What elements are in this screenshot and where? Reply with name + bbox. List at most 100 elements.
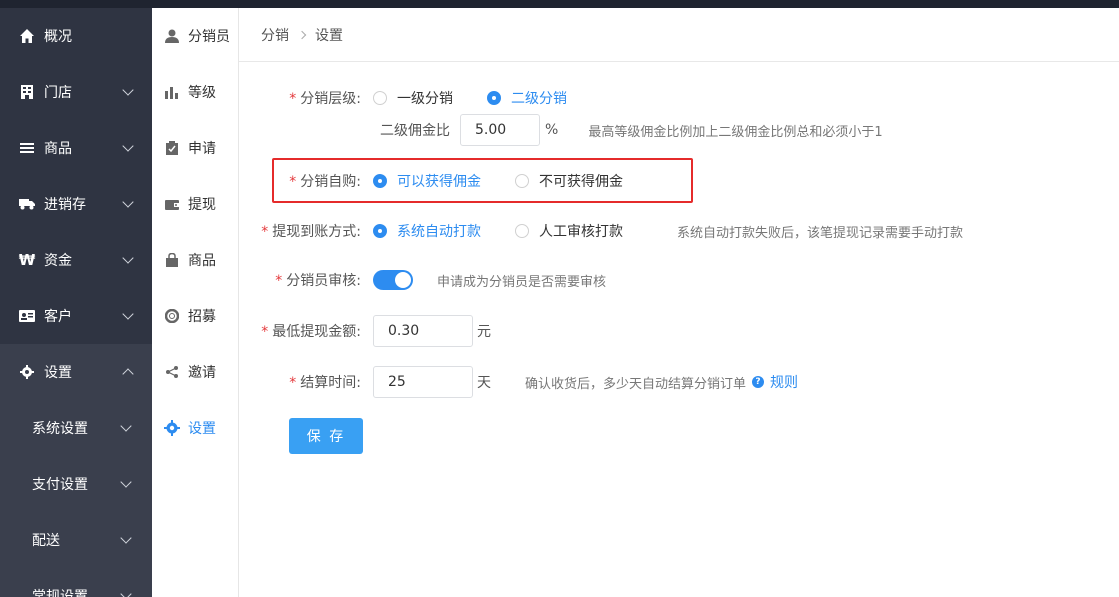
review-row: * 分销员审核: 申请成为分销员是否需要审核 — [239, 270, 606, 290]
sidebar-subitem-label: 配送 — [32, 533, 60, 549]
list-icon — [18, 139, 36, 157]
sidebar-item-products[interactable]: 商品 — [0, 120, 152, 176]
subnav-item-levels[interactable]: 等级 — [152, 64, 238, 120]
gear-icon — [18, 363, 36, 381]
share-icon — [164, 364, 180, 380]
chevron-down-icon — [120, 532, 132, 544]
radio-icon — [373, 91, 387, 105]
breadcrumb-parent[interactable]: 分销 — [261, 25, 289, 45]
breadcrumb: 分销 设置 — [239, 8, 1119, 62]
sidebar-item-label: 进销存 — [44, 197, 86, 213]
sidebar-subitem-general-settings[interactable]: 常规设置 — [0, 568, 152, 597]
sidebar-item-overview[interactable]: 概况 — [0, 8, 152, 64]
settle-time-row: * 结算时间: 25 天 确认收货后，多少天自动结算分销订单 ? 规则 — [239, 366, 798, 398]
subnav-item-label: 商品 — [188, 253, 216, 269]
sidebar-item-label: 客户 — [44, 309, 72, 325]
gear-icon — [164, 420, 180, 436]
user-icon — [164, 28, 180, 44]
radio-checked-icon — [373, 174, 387, 188]
save-button[interactable]: 保 存 — [289, 418, 363, 454]
id-card-icon — [18, 307, 36, 325]
review-toggle[interactable] — [373, 270, 413, 290]
settle-time-unit: 天 — [477, 375, 491, 391]
help-icon[interactable]: ? — [752, 376, 765, 388]
bag-icon — [164, 252, 180, 268]
chevron-right-icon — [297, 30, 307, 39]
second-ratio-row: 二级佣金比 5.00 % 最高等级佣金比例加上二级佣金比例总和必须小于1 — [380, 114, 883, 146]
subnav-item-label: 设置 — [188, 421, 216, 437]
subnav-item-label: 分销员 — [188, 29, 230, 45]
subnav-item-label: 等级 — [188, 85, 216, 101]
sidebar-subitem-label: 系统设置 — [32, 421, 88, 437]
sidebar-item-funds[interactable]: ₩ 资金 — [0, 232, 152, 288]
self-buy-label: * 分销自购: — [289, 174, 361, 190]
home-icon — [18, 27, 36, 45]
chevron-down-icon — [122, 140, 134, 152]
clipboard-icon — [164, 140, 180, 156]
sidebar-subitem-system-settings[interactable]: 系统设置 — [0, 400, 152, 456]
subnav-item-recruit[interactable]: 招募 — [152, 288, 238, 344]
sidebar-subitem-label: 常规设置 — [32, 589, 88, 597]
subnav-item-applications[interactable]: 申请 — [152, 120, 238, 176]
sidebar-item-label: 概况 — [44, 29, 72, 45]
sidebar-item-label: 商品 — [44, 141, 72, 157]
radio-icon — [515, 174, 529, 188]
second-ratio-input[interactable]: 5.00 — [460, 114, 540, 146]
self-buy-option-no[interactable]: 不可获得佣金 — [515, 171, 623, 191]
top-bar — [0, 0, 1119, 8]
settle-time-input[interactable]: 25 — [373, 366, 473, 398]
sidebar-subitem-delivery[interactable]: 配送 — [0, 512, 152, 568]
subnav-item-distributors[interactable]: 分销员 — [152, 8, 238, 64]
distribution-subnav: 分销员 等级 申请 提现 商品 招募 邀请 设置 — [152, 8, 239, 597]
withdraw-option-auto[interactable]: 系统自动打款 — [373, 221, 481, 241]
subnav-item-withdraw[interactable]: 提现 — [152, 176, 238, 232]
withdraw-option-manual[interactable]: 人工审核打款 — [515, 221, 623, 241]
min-withdraw-input[interactable]: 0.30 — [373, 315, 473, 347]
sidebar-item-store[interactable]: 门店 — [0, 64, 152, 120]
sidebar-subitem-label: 支付设置 — [32, 477, 88, 493]
withdraw-row: * 提现到账方式: 系统自动打款 人工审核打款 系统自动打款失败后，该笔提现记录需… — [239, 221, 963, 241]
withdraw-hint: 系统自动打款失败后，该笔提现记录需要手动打款 — [677, 225, 964, 241]
radio-checked-icon — [373, 224, 387, 238]
bar-chart-icon — [164, 84, 180, 100]
level-label: * 分销层级: — [289, 91, 361, 107]
breadcrumb-current: 设置 — [315, 27, 343, 44]
main-sidebar: 概况 门店 商品 进销存 ₩ 资金 客户 设置 系统设置 支付设置 配送 常规设… — [0, 8, 152, 597]
truck-icon — [18, 195, 36, 213]
chevron-down-icon — [120, 476, 132, 488]
sidebar-item-settings[interactable]: 设置 — [0, 344, 152, 400]
chevron-up-icon — [122, 368, 134, 380]
subnav-item-label: 邀请 — [188, 365, 216, 381]
subnav-item-label: 申请 — [188, 141, 216, 157]
subnav-item-products[interactable]: 商品 — [152, 232, 238, 288]
radio-checked-icon — [487, 91, 501, 105]
self-buy-row: * 分销自购: 可以获得佣金 不可获得佣金 — [239, 171, 657, 191]
second-ratio-unit: % — [545, 122, 559, 138]
level-option-two[interactable]: 二级分销 — [487, 88, 567, 108]
second-ratio-hint: 最高等级佣金比例加上二级佣金比例总和必须小于1 — [588, 124, 883, 140]
self-buy-option-yes[interactable]: 可以获得佣金 — [373, 171, 481, 191]
subnav-item-settings[interactable]: 设置 — [152, 400, 238, 456]
level-row: * 分销层级: 一级分销 二级分销 — [239, 88, 601, 108]
rules-link[interactable]: 规则 — [770, 372, 798, 392]
second-ratio-label: 二级佣金比 — [380, 123, 450, 139]
chevron-down-icon — [122, 196, 134, 208]
sidebar-subitem-payment-settings[interactable]: 支付设置 — [0, 456, 152, 512]
sidebar-item-label: 设置 — [44, 365, 72, 381]
radio-icon — [515, 224, 529, 238]
level-option-one[interactable]: 一级分销 — [373, 88, 453, 108]
withdraw-label: * 提现到账方式: — [261, 224, 361, 240]
chevron-down-icon — [120, 420, 132, 432]
subnav-item-invite[interactable]: 邀请 — [152, 344, 238, 400]
store-icon — [18, 83, 36, 101]
chevron-down-icon — [120, 588, 132, 597]
settle-time-label: * 结算时间: — [289, 375, 361, 391]
review-hint: 申请成为分销员是否需要审核 — [437, 274, 607, 290]
chevron-down-icon — [122, 252, 134, 264]
settle-time-hint: 确认收货后，多少天自动结算分销订单 — [525, 376, 747, 392]
sidebar-item-inventory[interactable]: 进销存 — [0, 176, 152, 232]
sidebar-item-customers[interactable]: 客户 — [0, 288, 152, 344]
min-withdraw-unit: 元 — [477, 324, 491, 340]
chevron-down-icon — [122, 84, 134, 96]
subnav-item-label: 提现 — [188, 197, 216, 213]
